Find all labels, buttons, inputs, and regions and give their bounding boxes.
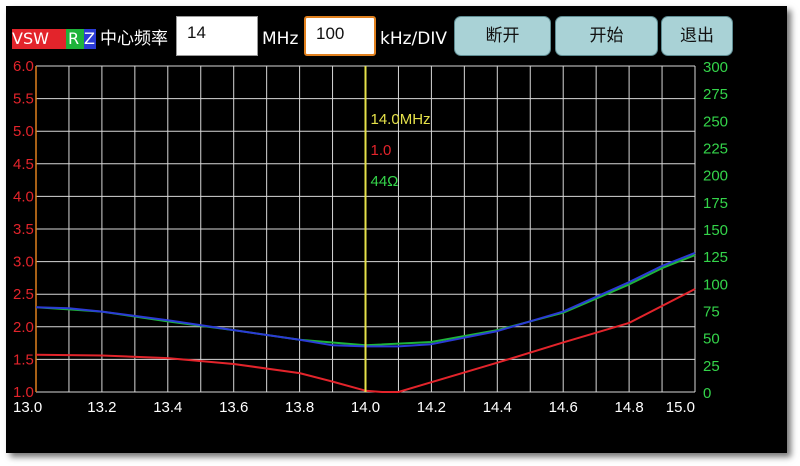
left-axis-tick-label: 2.5 [13, 286, 34, 303]
x-axis-tick-label: 14.8 [614, 399, 643, 416]
right-axis-tick-label: 75 [703, 304, 720, 321]
left-axis-tick-label: 4.5 [13, 156, 34, 173]
x-axis-tick-label: 14.2 [417, 399, 446, 416]
marker-label: 14.0MHz [371, 111, 431, 128]
x-axis-ticks: 13.0 13.2 13.4 13.6 13.8 14.0 14.2 14.4 14.6 14.8… [13, 399, 695, 416]
x-axis-tick-label: 13.2 [87, 399, 116, 416]
left-axis-tick-label: 5.0 [13, 123, 34, 140]
right-axis-tick-label: 50 [703, 331, 720, 348]
marker-label: 44Ω [371, 173, 399, 190]
right-axis-tick-label: 200 [703, 168, 728, 185]
x-axis-tick-label: 13.6 [219, 399, 248, 416]
right-axis-tick-label: 175 [703, 195, 728, 212]
right-axis-tick-label: 25 [703, 358, 720, 375]
x-axis-tick-label: 15.0 [666, 399, 695, 416]
right-axis-tick-label: 0 [703, 385, 711, 402]
right-axis-tick-label: 275 [703, 86, 728, 103]
right-axis-tick-label: 150 [703, 222, 728, 239]
left-axis-tick-label: 4.0 [13, 188, 34, 205]
x-axis-tick-label: 13.0 [13, 399, 42, 416]
right-axis-tick-label: 125 [703, 249, 728, 266]
left-axis-tick-label: 2.0 [13, 319, 34, 336]
x-axis-tick-label: 14.6 [549, 399, 578, 416]
right-axis-ticks: 0 25 50 75 100 125 150 175 200 225 250 275 300 [703, 59, 728, 402]
left-axis-ticks: 1.01.52.02.53.03.54.04.55.05.56.0 [13, 58, 34, 401]
left-axis-tick-label: 3.0 [13, 254, 34, 271]
x-axis-tick-label: 13.4 [153, 399, 182, 416]
right-axis-tick-label: 100 [703, 276, 728, 293]
app-window: VSW R Z 中心频率 14 MHz 100 kHz/DIV 断开 开始 退出… [6, 6, 787, 453]
swr-chart: 14.0MHz1.044Ω 1.01.52.02.53.03.54.04.55.… [13, 58, 728, 416]
left-axis-tick-label: 3.5 [13, 221, 34, 238]
right-axis-tick-label: 250 [703, 113, 728, 130]
left-axis-tick-label: 5.5 [13, 91, 34, 108]
right-axis-tick-label: 225 [703, 141, 728, 158]
x-axis-tick-label: 14.4 [483, 399, 512, 416]
x-axis-tick-label: 13.8 [285, 399, 314, 416]
left-axis-tick-label: 1.5 [13, 351, 34, 368]
marker-label: 1.0 [371, 142, 392, 159]
x-axis-tick-label: 14.0 [351, 399, 380, 416]
right-axis-tick-label: 300 [703, 59, 728, 76]
left-axis-tick-label: 6.0 [13, 58, 34, 75]
